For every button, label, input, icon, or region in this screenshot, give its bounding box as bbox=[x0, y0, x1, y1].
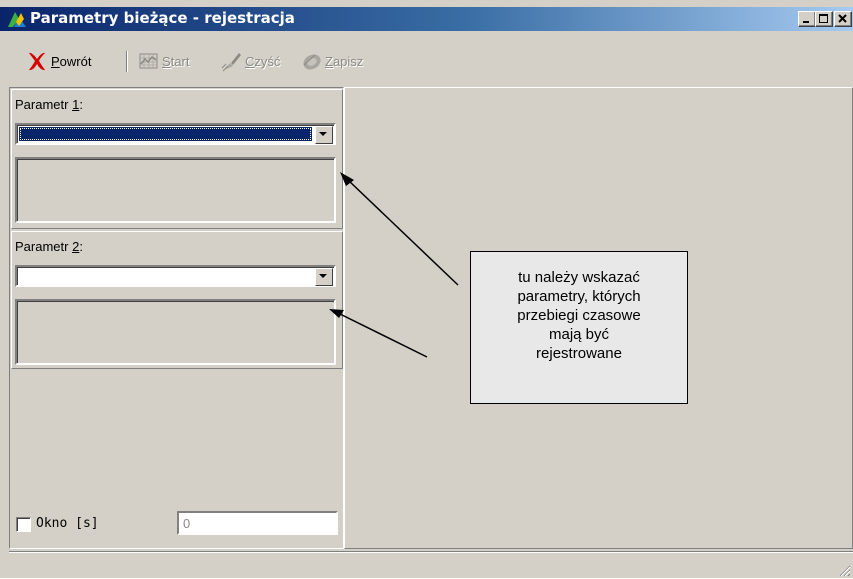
arrow-to-param1 bbox=[347, 179, 459, 286]
callout-line-1: tu należy wskazać bbox=[518, 269, 640, 286]
callout-line-5: rejestrowane bbox=[536, 345, 622, 362]
annotation-arrows bbox=[329, 172, 459, 358]
callout-line-2: parametry, których bbox=[517, 288, 641, 305]
main-window: Parametry bieżące - rejestracja Powrót S… bbox=[0, 0, 853, 578]
callout-line-3: przebiegi czasowe bbox=[517, 307, 641, 324]
callout-line-4: mają być bbox=[548, 326, 610, 343]
arrowhead-param2 bbox=[329, 309, 344, 318]
annotation-callout: tu należy wskazać parametry, których prz… bbox=[470, 251, 688, 404]
arrow-to-param2 bbox=[337, 312, 428, 358]
